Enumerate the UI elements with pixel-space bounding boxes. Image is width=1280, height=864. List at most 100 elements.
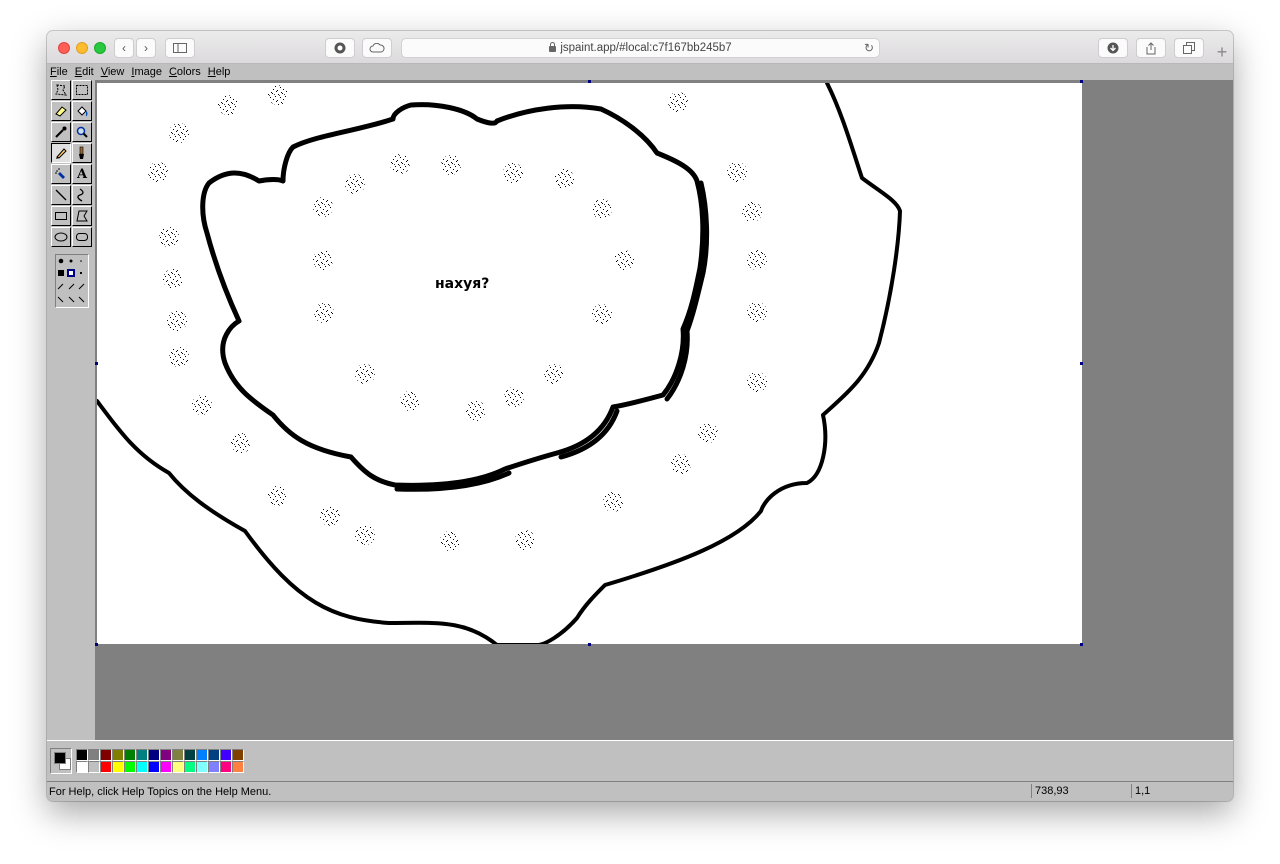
tool-box: A: [49, 80, 95, 740]
resize-handle-top[interactable]: [588, 80, 591, 83]
resize-handle-top-right[interactable]: [1080, 80, 1083, 83]
shield-icon: [334, 42, 346, 54]
palette-swatch[interactable]: [220, 749, 232, 761]
rectangle-select-tool[interactable]: [72, 80, 92, 100]
text-a-icon: A: [76, 166, 88, 182]
palette-swatch[interactable]: [124, 761, 136, 773]
eraser-tool[interactable]: [51, 101, 71, 121]
ellipse-icon: [54, 232, 68, 242]
curve-icon: [77, 188, 84, 202]
canvas-text: нахуя?: [435, 276, 490, 292]
palette-swatch[interactable]: [160, 749, 172, 761]
icloud-button[interactable]: [362, 38, 392, 58]
palette-swatch[interactable]: [148, 761, 160, 773]
menu-edit[interactable]: Edit: [75, 66, 94, 78]
airbrush-tool[interactable]: [51, 164, 71, 184]
brush-icon: [79, 146, 84, 159]
free-form-select-icon: [55, 84, 67, 96]
downloads-button[interactable]: [1098, 38, 1128, 58]
palette-swatch[interactable]: [196, 761, 208, 773]
free-form-select-tool[interactable]: [51, 80, 71, 100]
canvas-area: нахуя?: [95, 80, 1233, 740]
palette-swatch[interactable]: [232, 749, 244, 761]
menu-view[interactable]: View: [101, 66, 125, 78]
minimize-window-button[interactable]: [76, 42, 88, 54]
palette-swatch[interactable]: [160, 761, 172, 773]
palette-swatch[interactable]: [208, 749, 220, 761]
palette-swatch[interactable]: [196, 749, 208, 761]
palette-swatch[interactable]: [232, 761, 244, 773]
palette-swatch[interactable]: [172, 761, 184, 773]
share-icon: [1146, 41, 1156, 54]
share-button[interactable]: [1136, 38, 1166, 58]
palette-swatch[interactable]: [112, 749, 124, 761]
polygon-icon: [76, 210, 88, 222]
palette-swatch[interactable]: [100, 761, 112, 773]
menu-colors[interactable]: Colors: [169, 66, 201, 78]
color-box: [47, 740, 1233, 781]
resize-handle-bottom-left[interactable]: [95, 643, 98, 646]
current-colors[interactable]: [50, 748, 72, 774]
resize-handle-bottom-right[interactable]: [1080, 643, 1083, 646]
palette-swatch[interactable]: [100, 749, 112, 761]
fill-tool[interactable]: [72, 101, 92, 121]
reload-icon[interactable]: ↻: [864, 41, 874, 55]
zoom-window-button[interactable]: [94, 42, 106, 54]
brush-tool[interactable]: [72, 143, 92, 163]
chevron-left-icon: ‹: [122, 41, 126, 55]
resize-handle-right[interactable]: [1080, 362, 1083, 365]
palette-swatch[interactable]: [112, 761, 124, 773]
forward-button[interactable]: ›: [136, 38, 156, 58]
pencil-tool[interactable]: [51, 143, 71, 163]
pick-color-tool[interactable]: [51, 122, 71, 142]
palette-swatch[interactable]: [136, 749, 148, 761]
rounded-rectangle-tool[interactable]: [72, 227, 92, 247]
curve-tool[interactable]: [72, 185, 92, 205]
palette-swatch[interactable]: [124, 749, 136, 761]
menu-help[interactable]: Help: [208, 66, 231, 78]
resize-handle-bottom[interactable]: [588, 643, 591, 646]
chevron-right-icon: ›: [144, 41, 148, 55]
pencil-size-options-icon: [57, 258, 85, 303]
palette-swatch[interactable]: [172, 749, 184, 761]
url-text: jspaint.app/#local:c7f167bb245b7: [560, 42, 732, 54]
palette-swatch[interactable]: [88, 761, 100, 773]
line-icon: [55, 189, 67, 201]
menu-file[interactable]: File: [50, 66, 68, 78]
resize-handle-left[interactable]: [95, 362, 98, 365]
sidebar-button[interactable]: [165, 38, 195, 58]
palette-swatch[interactable]: [76, 761, 88, 773]
menu-bar: File Edit View Image Colors Help: [47, 64, 1233, 80]
palette-swatch[interactable]: [208, 761, 220, 773]
ellipse-tool[interactable]: [51, 227, 71, 247]
tool-options: [55, 254, 89, 308]
palette-swatch[interactable]: [184, 761, 196, 773]
palette-swatch[interactable]: [220, 761, 232, 773]
browser-window: ‹ › jspaint.app/#local:c7f167bb245b7 ↻ +: [47, 31, 1233, 801]
text-tool[interactable]: A: [72, 164, 92, 184]
drawing: [97, 83, 902, 644]
drawing-canvas[interactable]: нахуя?: [97, 83, 1082, 644]
lock-icon: [549, 42, 557, 52]
foreground-color[interactable]: [54, 752, 66, 764]
polygon-tool[interactable]: [72, 206, 92, 226]
back-button[interactable]: ‹: [114, 38, 134, 58]
palette-swatch[interactable]: [136, 761, 148, 773]
line-tool[interactable]: [51, 185, 71, 205]
palette-swatch[interactable]: [184, 749, 196, 761]
address-bar[interactable]: jspaint.app/#local:c7f167bb245b7 ↻: [401, 38, 880, 58]
palette-swatch[interactable]: [76, 749, 88, 761]
palette-swatch[interactable]: [148, 749, 160, 761]
tabs-overview-button[interactable]: [1174, 38, 1204, 58]
eraser-icon: [55, 106, 67, 117]
palette-swatch[interactable]: [88, 749, 100, 761]
browser-toolbar: ‹ › jspaint.app/#local:c7f167bb245b7 ↻ +: [47, 31, 1233, 64]
cloud-icon: [369, 43, 385, 53]
privacy-button[interactable]: [325, 38, 355, 58]
close-window-button[interactable]: [58, 42, 70, 54]
rectangle-tool[interactable]: [51, 206, 71, 226]
sidebar-icon: [173, 43, 187, 53]
magnifier-tool[interactable]: [72, 122, 92, 142]
new-tab-button[interactable]: +: [1211, 42, 1233, 64]
menu-image[interactable]: Image: [131, 66, 162, 78]
